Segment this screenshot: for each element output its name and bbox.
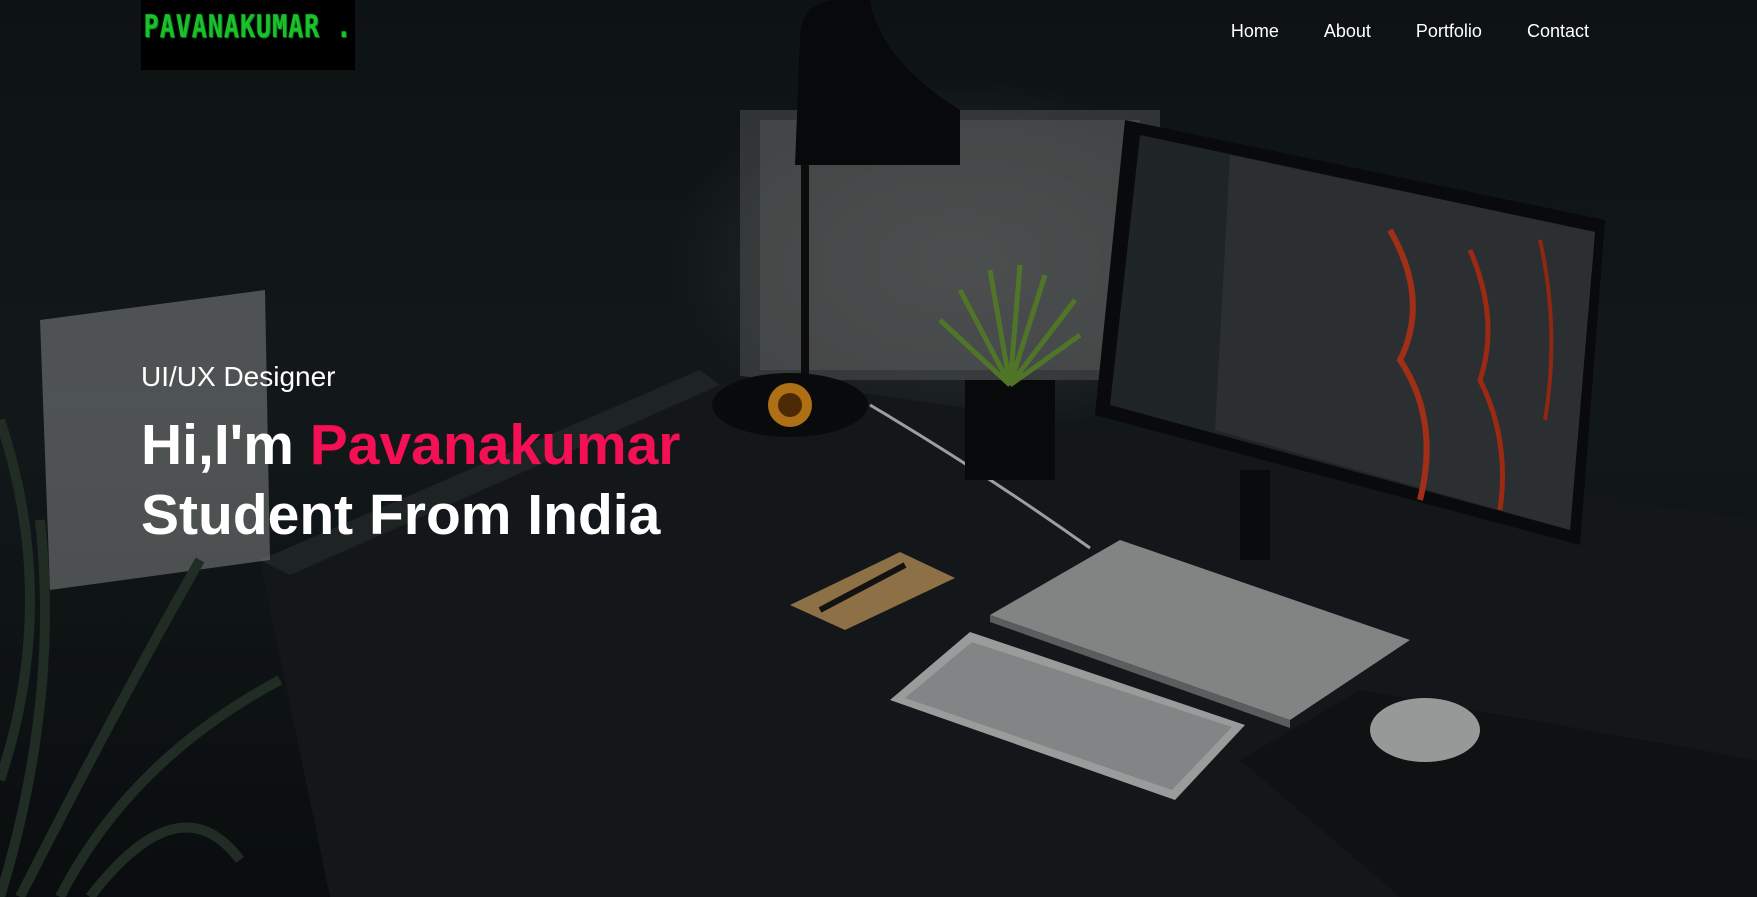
nav-link-about[interactable]: About (1324, 20, 1371, 42)
nav-link-portfolio[interactable]: Portfolio (1416, 20, 1482, 42)
nav-menu: Home About Portfolio Contact (1186, 20, 1589, 42)
navbar: PAVANAKUMAR . Home About Portfolio Conta… (0, 0, 1757, 70)
hero-section: PAVANAKUMAR . Home About Portfolio Conta… (0, 0, 1757, 897)
hero-subtitle: UI/UX Designer (141, 361, 336, 392)
hero-tagline: Student From India (141, 483, 661, 547)
logo-text: PAVANAKUMAR . (143, 8, 353, 45)
nav-link-contact[interactable]: Contact (1527, 20, 1589, 42)
nav-link-home[interactable]: Home (1231, 20, 1279, 42)
hero-text-block: UI/UX Designer Hi,I'm Pavanakumar Studen… (141, 360, 681, 550)
hero-headline: Hi,I'm Pavanakumar Student From India (141, 410, 681, 550)
hero-greeting: Hi,I'm (141, 413, 294, 477)
hero-name: Pavanakumar (309, 413, 681, 477)
logo[interactable]: PAVANAKUMAR . (141, 0, 355, 70)
